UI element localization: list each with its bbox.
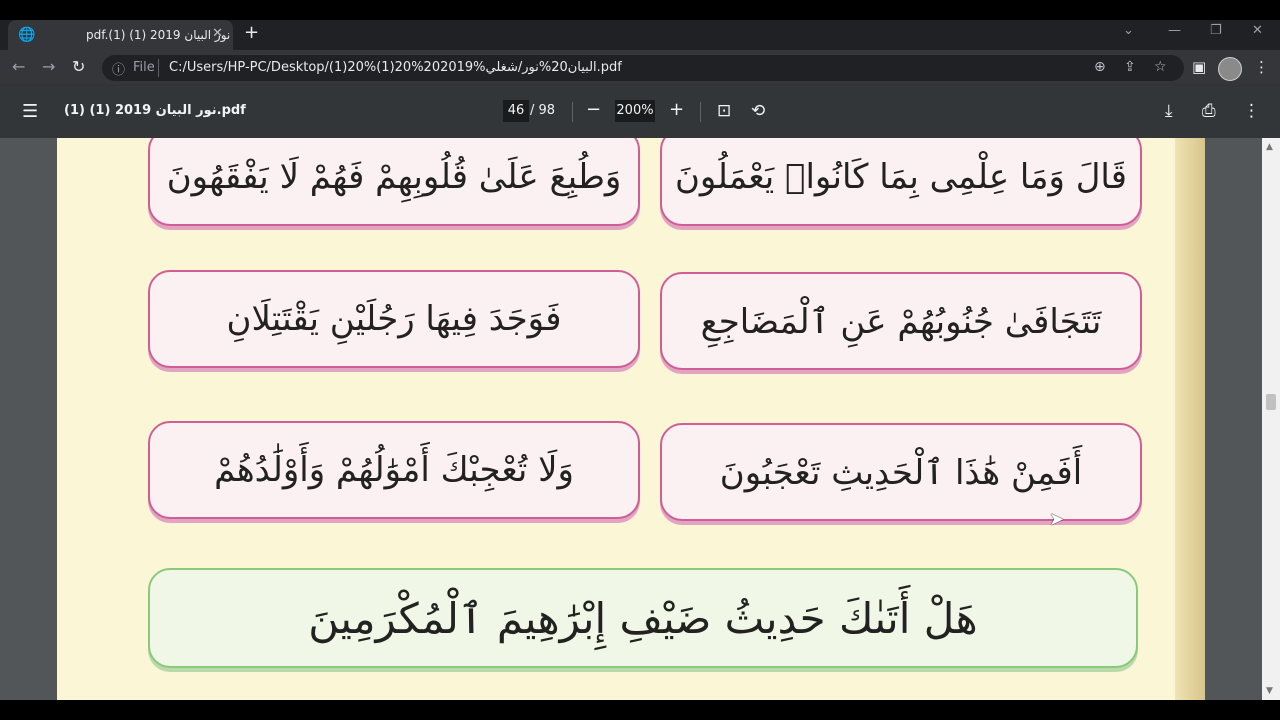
phrase-text: تَتَجَافَىٰ جُنُوبُهُمْ عَنِ ٱلْمَضَاجِع…	[700, 301, 1102, 342]
scroll-down-icon[interactable]: ▼	[1266, 686, 1273, 696]
zoom-icon[interactable]: ⊕	[1094, 59, 1106, 75]
share-icon[interactable]: ⇪	[1124, 59, 1136, 75]
back-icon[interactable]: ←	[12, 57, 25, 76]
browser-menu-icon[interactable]: ⋮	[1254, 58, 1269, 76]
more-icon[interactable]: ⋮	[1243, 101, 1260, 121]
vertical-scrollbar[interactable]: ▲ ▼	[1262, 138, 1280, 700]
scroll-up-icon[interactable]: ▲	[1266, 142, 1273, 152]
close-window-icon[interactable]: ✕	[1252, 23, 1263, 38]
highlight-phrase-card: هَلْ أَتَىٰكَ حَدِيثُ ضَيْفِ إِبْرَٰهِيم…	[148, 568, 1138, 668]
toolbar-divider	[572, 102, 573, 122]
phrase-text: هَلْ أَتَىٰكَ حَدِيثُ ضَيْفِ إِبْرَٰهِيم…	[308, 593, 978, 643]
menu-icon[interactable]: ☰	[22, 101, 38, 122]
phrase-text: أَفَمِنْ هَٰذَا ٱلْحَدِيثِ تَعْجَبُونَ	[719, 452, 1083, 493]
zoom-in-button[interactable]: +	[669, 99, 684, 120]
print-icon[interactable]: ⎙	[1202, 101, 1216, 121]
phrase-text: وَلَا تُعْجِبْكَ أَمْوَٰلُهُمْ وَأَوْلَٰ…	[214, 450, 574, 490]
tab-title: pdf.(1) (1) نور البيان 2019	[86, 28, 231, 42]
avatar[interactable]	[1218, 57, 1242, 81]
url-text[interactable]: C:/Users/HP-PC/Desktop/(1)20%(1)20%20201…	[169, 60, 622, 75]
zoom-input[interactable]: 200%	[615, 100, 655, 122]
minimize-icon[interactable]: —	[1168, 23, 1181, 38]
fit-page-icon[interactable]: ⊡	[717, 101, 731, 121]
scrollbar-thumb[interactable]	[1266, 394, 1276, 410]
sidepanel-icon[interactable]: ▣	[1192, 58, 1206, 76]
pdf-toolbar: ☰ نور البيان 2019 (1) (1).pdf 46 / 98 − …	[0, 86, 1280, 138]
globe-icon: 🌐	[18, 27, 36, 43]
address-bar[interactable]: ⓘ File C:/Users/HP-PC/Desktop/(1)20%(1)2…	[102, 55, 1184, 81]
bottom-black-bar	[0, 700, 1280, 720]
phrase-text: فَوَجَدَ فِيهَا رَجُلَيْنِ يَقْتَتِلَانِ	[226, 299, 562, 339]
phrase-card: أَفَمِنْ هَٰذَا ٱلْحَدِيثِ تَعْجَبُونَ	[660, 423, 1142, 521]
scheme-label: File	[133, 60, 155, 75]
phrase-card: تَتَجَافَىٰ جُنُوبُهُمْ عَنِ ٱلْمَضَاجِع…	[660, 272, 1142, 370]
new-tab-button[interactable]: +	[244, 22, 259, 43]
omnibox-divider	[158, 59, 159, 77]
forward-icon[interactable]: →	[42, 57, 55, 76]
rotate-icon[interactable]: ⟲	[751, 101, 765, 121]
page-number-input[interactable]: 46	[503, 100, 529, 122]
reload-icon[interactable]: ↻	[72, 57, 85, 76]
top-black-bar	[0, 0, 1280, 20]
pdf-page: قَالَ وَمَا عِلْمِى بِمَا كَانُوا۟ يَعْم…	[57, 138, 1205, 700]
pdf-viewer[interactable]: قَالَ وَمَا عِلْمِى بِمَا كَانُوا۟ يَعْم…	[0, 138, 1262, 700]
phrase-card: وَلَا تُعْجِبْكَ أَمْوَٰلُهُمْ وَأَوْلَٰ…	[148, 421, 640, 519]
star-icon[interactable]: ☆	[1154, 59, 1167, 75]
phrase-text: وَطُبِعَ عَلَىٰ قُلُوبِهِمْ فَهُمْ لَا ي…	[166, 157, 622, 197]
mouse-cursor-icon: ➤	[1049, 509, 1065, 530]
tab-search-icon[interactable]: ⌄	[1123, 23, 1134, 38]
phrase-card: قَالَ وَمَا عِلْمِى بِمَا كَانُوا۟ يَعْم…	[660, 138, 1142, 226]
browser-tab[interactable]: 🌐 pdf.(1) (1) نور البيان 2019 ✕	[8, 20, 233, 50]
info-icon[interactable]: ⓘ	[112, 59, 125, 78]
phrase-card: فَوَجَدَ فِيهَا رَجُلَيْنِ يَقْتَتِلَانِ	[148, 270, 640, 368]
phrase-text: قَالَ وَمَا عِلْمِى بِمَا كَانُوا۟ يَعْم…	[674, 157, 1128, 197]
close-tab-icon[interactable]: ✕	[212, 26, 223, 41]
download-icon[interactable]: ⤓	[1165, 101, 1173, 121]
page-total: / 98	[530, 103, 556, 118]
doc-title: نور البيان 2019 (1) (1).pdf	[64, 103, 246, 118]
phrase-card: وَطُبِعَ عَلَىٰ قُلُوبِهِمْ فَهُمْ لَا ي…	[148, 138, 640, 226]
toolbar-divider	[700, 102, 701, 122]
restore-icon[interactable]: ❐	[1210, 23, 1222, 38]
page-gutter-shadow	[1175, 138, 1205, 700]
zoom-out-button[interactable]: −	[586, 99, 601, 120]
